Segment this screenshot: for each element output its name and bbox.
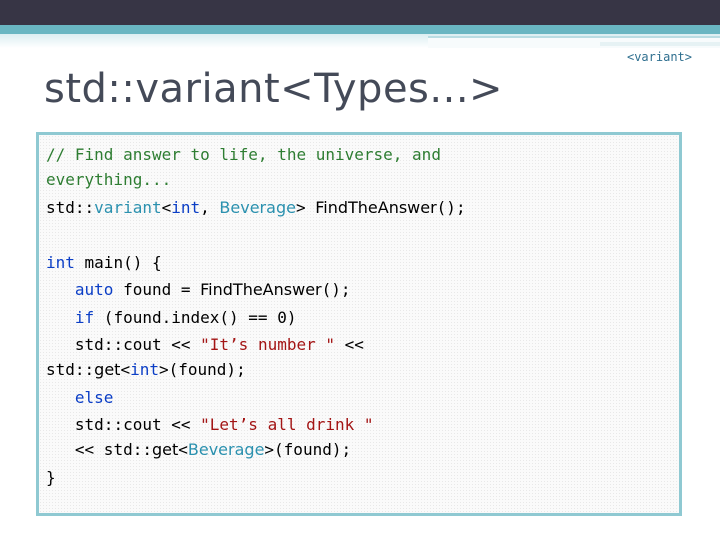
code-token-keyword: auto [74, 280, 114, 299]
code-token: < [120, 360, 131, 379]
code-token-keyword: int [46, 252, 75, 272]
code-token-keyword: if [74, 307, 95, 327]
code-token-keyword: int [130, 360, 159, 379]
code-token-string: "It’s number " [200, 335, 335, 354]
code-token-keyword: int [171, 197, 201, 217]
code-line-6: auto found = FindTheAnswer(); [46, 276, 679, 304]
code-block: // Find answer to life, the universe, an… [36, 132, 682, 516]
top-bar [0, 0, 720, 25]
code-listing: // Find answer to life, the universe, an… [46, 141, 679, 491]
code-token: std::cout << [74, 415, 201, 434]
code-token: found = [113, 280, 201, 299]
header-tag: <variant> [626, 50, 692, 64]
code-token: FindTheAnswer [315, 197, 437, 217]
code-token: > [295, 197, 316, 217]
code-token-keyword: else [74, 387, 114, 407]
code-line-2: everything... [46, 170, 172, 189]
code-token: << std:: [74, 440, 152, 459]
accent-line-secondary [600, 42, 720, 46]
code-line-12: << std::get<Beverage>(found); [46, 436, 679, 464]
code-token: std:: [46, 197, 95, 217]
code-token-string: "Let’s all drink " [200, 415, 374, 434]
code-line-8: std::cout << "It’s number " << [46, 331, 679, 356]
code-line-9: std::get<int>(found); [46, 356, 679, 384]
code-token: FindTheAnswer [200, 280, 322, 299]
code-token: std::cout << [74, 335, 201, 354]
code-token: std:: [46, 360, 95, 379]
code-token: main() { [74, 252, 162, 272]
code-token: < [178, 440, 188, 459]
code-line-1: // Find answer to life, the universe, an… [46, 145, 441, 164]
code-token: < [161, 197, 172, 217]
code-line-5: int main() { [46, 249, 679, 277]
page-title: std::variant<Types...> [44, 66, 504, 112]
code-line-3: std::variant<int, Beverage> FindTheAnswe… [46, 194, 679, 222]
code-token: >(found); [264, 440, 352, 459]
code-token: << [335, 335, 364, 354]
code-token-type: Beverage [219, 197, 296, 217]
code-token: (); [436, 197, 466, 217]
code-line-10: else [46, 384, 679, 412]
code-token: >(found); [159, 360, 246, 379]
code-line-11: std::cout << "Let’s all drink " [46, 411, 679, 436]
code-token: get [151, 440, 179, 459]
code-line-13: } [46, 467, 56, 487]
code-token: get [94, 360, 121, 379]
code-token-type: variant [94, 197, 162, 217]
code-token-type: Beverage [187, 440, 265, 459]
code-token: (); [321, 280, 351, 299]
code-token: (found.index() == 0) [94, 307, 297, 327]
code-line-7: if (found.index() == 0) [46, 304, 679, 332]
code-token: , [200, 197, 220, 217]
top-accent-stripe [0, 25, 720, 34]
